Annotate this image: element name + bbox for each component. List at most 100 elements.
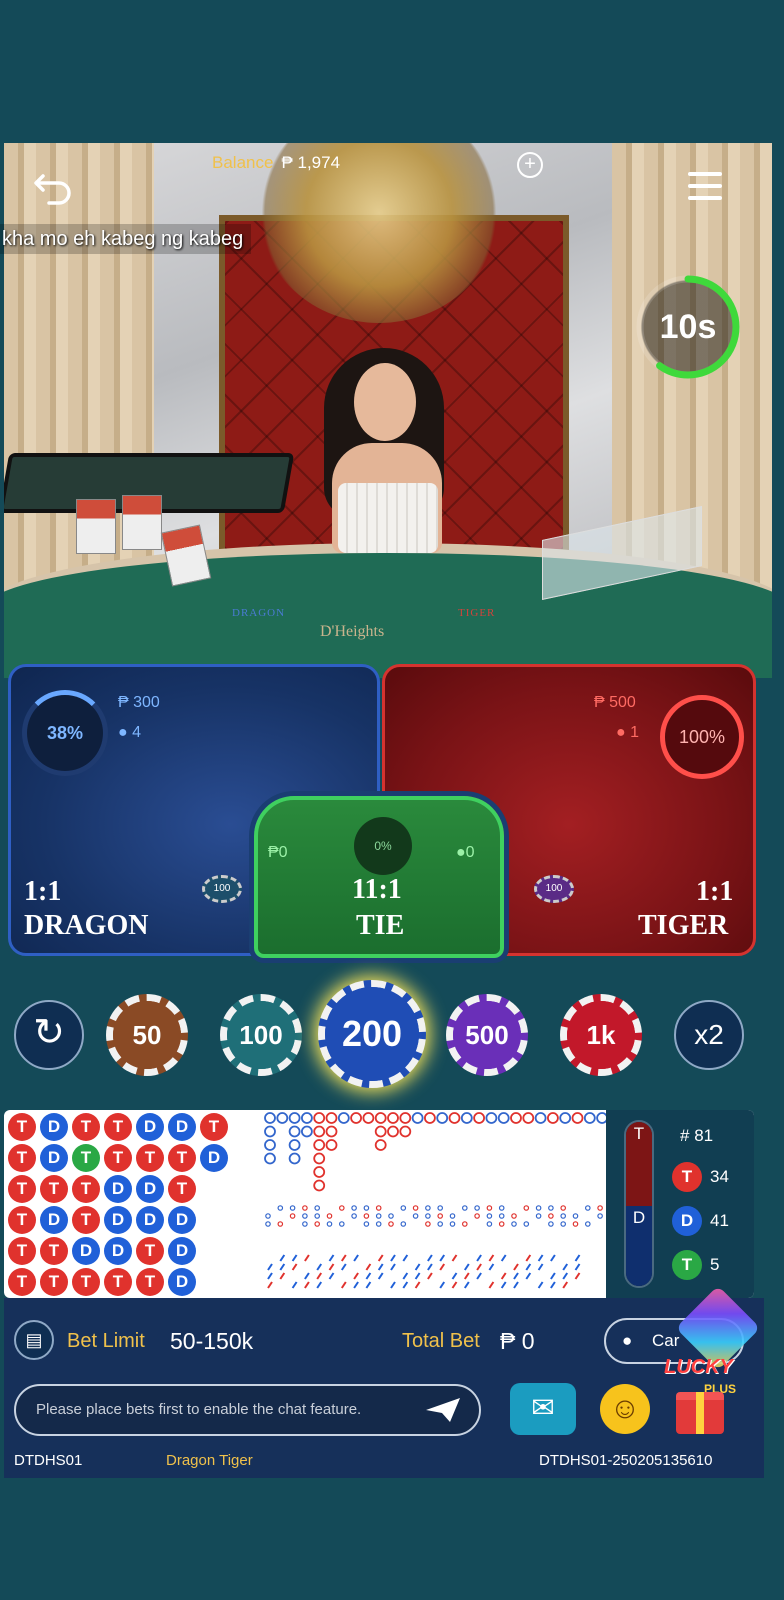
bead-result: T	[8, 1206, 36, 1234]
derived-road-mark	[400, 1205, 407, 1211]
derived-road-mark	[498, 1221, 505, 1227]
dragon-chip: 100	[202, 875, 242, 903]
derived-road-mark	[535, 1213, 542, 1219]
big-road-mark	[301, 1112, 313, 1124]
round-count: # 81	[680, 1126, 713, 1146]
big-road-mark	[325, 1125, 338, 1138]
chip-50[interactable]: 50	[106, 994, 188, 1076]
derived-road-mark	[351, 1213, 357, 1219]
chat-input[interactable]: Please place bets first to enable the ch…	[14, 1384, 481, 1436]
cockroach-road-mark	[439, 1263, 446, 1271]
derived-road-mark	[351, 1205, 357, 1211]
bead-result: T	[168, 1144, 196, 1172]
derived-road-mark	[412, 1213, 419, 1219]
bet-limit-icon[interactable]: ▤	[14, 1320, 54, 1360]
chip-200[interactable]: 200	[318, 980, 426, 1088]
dragon-stat: D 41	[672, 1206, 729, 1236]
cockroach-road-mark	[451, 1254, 458, 1262]
gift-icon[interactable]	[676, 1392, 724, 1434]
send-icon[interactable]	[424, 1396, 462, 1424]
casino-brand: D'Heights	[320, 623, 385, 640]
bead-result: T	[8, 1113, 36, 1141]
cockroach-road-mark	[365, 1272, 372, 1280]
big-road-mark	[313, 1179, 326, 1192]
big-road-mark	[448, 1112, 461, 1124]
chip-1k[interactable]: 1k	[560, 994, 642, 1076]
derived-road-mark	[437, 1205, 444, 1211]
cockroach-road-mark	[574, 1272, 581, 1280]
cockroach-road-mark	[476, 1254, 482, 1262]
cockroach-road-mark	[390, 1263, 396, 1271]
derived-road-mark	[597, 1205, 603, 1211]
cockroach-road-mark	[476, 1263, 482, 1271]
tie-count: 5	[710, 1255, 720, 1274]
big-road-mark	[350, 1112, 362, 1124]
rebet-icon[interactable]: ↻	[14, 1000, 84, 1070]
dragon-odds: 1:1	[24, 876, 62, 907]
tiger-amount: ₱ 500	[594, 694, 636, 711]
big-road-mark	[313, 1152, 326, 1165]
cockroach-road-mark	[463, 1281, 470, 1289]
cockroach-road-mark	[451, 1272, 458, 1280]
tiger-players: ● 1	[616, 724, 639, 742]
cockroach-road-mark	[463, 1272, 470, 1280]
chip-value: 100	[227, 1001, 295, 1069]
bead-result: D	[168, 1113, 196, 1141]
cockroach-road-mark	[500, 1272, 507, 1280]
derived-road-mark	[326, 1221, 333, 1227]
add-balance-button[interactable]: +	[517, 152, 543, 178]
derived-road-mark	[314, 1221, 321, 1227]
double-bet-button[interactable]: x2	[674, 1000, 744, 1070]
big-road-mark	[374, 1112, 387, 1124]
derived-road-mark	[523, 1205, 530, 1211]
bead-result: T	[8, 1268, 36, 1296]
back-icon[interactable]	[33, 168, 73, 208]
cockroach-road-mark	[304, 1281, 310, 1289]
cockroach-road-mark	[291, 1254, 298, 1262]
side-tiger: T	[626, 1122, 652, 1206]
cockroach-road-mark	[463, 1263, 470, 1271]
big-road-mark	[362, 1112, 375, 1124]
big-road-mark	[325, 1139, 338, 1151]
derived-road-mark	[437, 1221, 444, 1227]
bead-result: T	[168, 1175, 196, 1203]
cockroach-road-mark	[390, 1281, 396, 1289]
derived-road-mark	[523, 1221, 530, 1227]
emoji-icon[interactable]: ☺	[600, 1384, 650, 1434]
bead-result: T	[72, 1113, 100, 1141]
derived-road-mark	[548, 1205, 554, 1211]
chat-toggle-icon[interactable]: ✉	[510, 1383, 576, 1435]
bead-result: T	[104, 1268, 132, 1296]
menu-icon[interactable]	[688, 172, 722, 206]
tie-stat: T5	[672, 1250, 719, 1280]
cockroach-road-mark	[353, 1281, 359, 1289]
tiger-players-count: 1	[630, 724, 640, 741]
derived-road-mark	[326, 1213, 333, 1219]
balance-value: ₱ 1,974	[281, 153, 341, 172]
cockroach-road-mark	[402, 1254, 409, 1262]
derived-road-mark	[363, 1205, 370, 1211]
bead-result: D	[40, 1206, 68, 1234]
derived-road-mark	[474, 1213, 480, 1219]
user-icon: ●	[456, 844, 466, 861]
tiger-chip: 100	[534, 875, 574, 903]
derived-road-mark	[339, 1205, 345, 1211]
lucky-label: LUCKY	[664, 1356, 733, 1378]
big-road-mark	[288, 1125, 301, 1138]
total-bet-label: Total Bet	[402, 1330, 480, 1352]
tiger-percent-ring: 100%	[660, 695, 744, 779]
bead-result: T	[104, 1113, 132, 1141]
derived-road-mark	[474, 1205, 480, 1211]
big-road-mark	[301, 1125, 313, 1138]
cancel-label: Car	[652, 1331, 680, 1350]
big-road-mark	[497, 1112, 510, 1124]
table-tiger-label: TIGER	[458, 607, 496, 619]
balance-label: Balance	[212, 153, 274, 172]
big-road	[264, 1112, 609, 1289]
user-icon: ●	[622, 1331, 633, 1350]
cockroach-road-mark	[340, 1281, 347, 1289]
chip-500[interactable]: 500	[446, 994, 528, 1076]
dealer-dress	[338, 483, 438, 553]
chip-100[interactable]: 100	[220, 994, 302, 1076]
tiger-percent: 100%	[678, 727, 726, 747]
